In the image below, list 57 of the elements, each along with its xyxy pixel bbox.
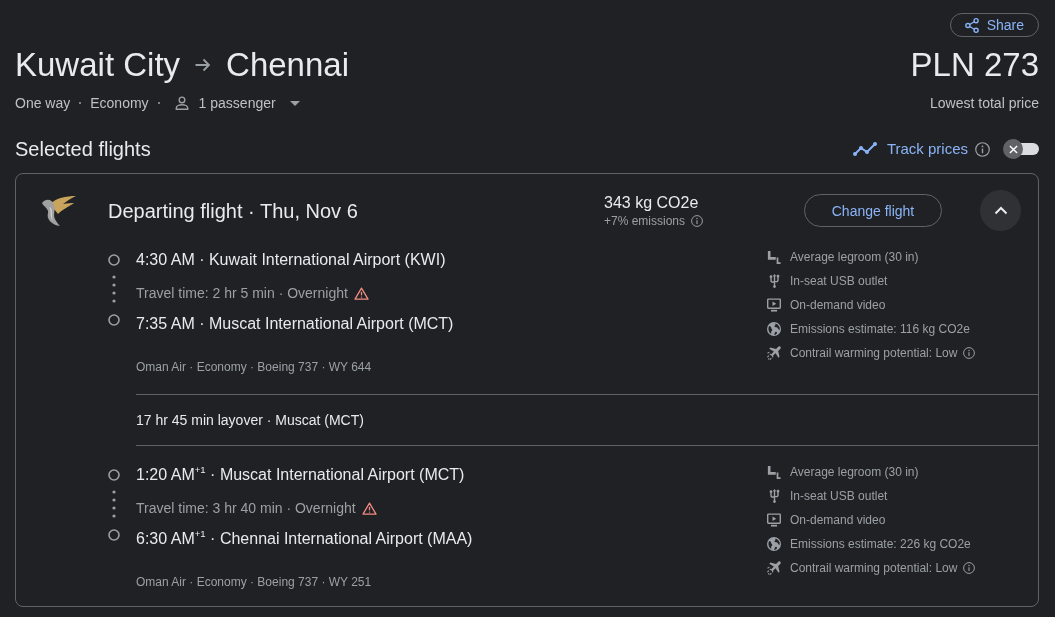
trip-option: Economy — [90, 93, 149, 113]
amenity-label: Average legroom (30 in) — [790, 250, 919, 264]
emissions-total: 343 kg CO2e — [604, 192, 699, 213]
price-caption: Lowest total price — [930, 94, 1039, 113]
person-icon — [174, 96, 189, 110]
info-icon[interactable] — [691, 214, 704, 227]
track-prices-button[interactable]: Track prices — [852, 139, 968, 159]
wing-logo-icon — [40, 194, 76, 227]
globe-icon — [767, 537, 781, 551]
section-title: Selected flights — [15, 137, 151, 161]
departure-info: 1:20 AM$^{+1}$ · Muscat International Airport (MCT) — [136, 463, 465, 485]
price-amount: PLN 273 — [910, 45, 1039, 85]
toggle-switch[interactable] — [1003, 139, 1039, 159]
video-screen-icon — [767, 513, 781, 527]
cross-icon — [1008, 144, 1018, 154]
origin-city: Kuwait City — [15, 45, 181, 85]
emissions-change: +7% emissions — [604, 212, 686, 229]
timeline-icon — [107, 468, 121, 542]
arrival-info: 7:35 AM · Muscat International Airport (MCT) — [136, 314, 454, 334]
travel-time: Travel time: 2 hr 5 min · Overnight — [136, 285, 348, 301]
amenity-label: Average legroom (30 in) — [790, 465, 919, 479]
flight-details: Oman Air · Economy · Boeing 737 · WY 251 — [136, 574, 372, 590]
amenity-label: On-demand video — [790, 298, 886, 312]
travel-time: Travel time: 3 hr 40 min · Overnight — [136, 500, 356, 516]
flight-title: Departing flight · Thu, Nov 6 — [108, 198, 358, 224]
amenity-label: In-seat USB outlet — [790, 489, 888, 503]
info-icon[interactable] — [963, 562, 976, 574]
amenity-label: In-seat USB outlet — [790, 274, 888, 288]
passenger-dropdown[interactable]: 1 passenger — [168, 92, 306, 114]
arrow-icon — [195, 58, 212, 72]
usb-icon — [769, 489, 780, 503]
amenity-label: On-demand video — [790, 513, 886, 527]
arrival-info: 6:30 AM$^{+1}$ · Chennai International Airport (MAA) — [136, 527, 473, 549]
usb-icon — [769, 274, 780, 288]
amenity-label: Emissions estimate: 116 kg CO2e — [790, 322, 970, 336]
amenity-label: Contrail warming potential: Low — [790, 346, 958, 360]
amenity-label: Contrail warming potential: Low — [790, 561, 958, 575]
plane-icon — [767, 561, 781, 575]
globe-icon — [767, 322, 781, 336]
info-icon[interactable] — [963, 347, 976, 359]
seat-icon — [767, 250, 781, 264]
seat-icon — [767, 465, 781, 479]
chevron-up-icon — [993, 206, 1008, 215]
departure-info: 4:30 AM · Kuwait International Airport (KWI) — [136, 250, 446, 270]
amenity-label: Emissions estimate: 226 kg CO2e — [790, 537, 971, 551]
flight-details: Oman Air · Economy · Boeing 737 · WY 644 — [136, 359, 372, 375]
trip-option: One way — [15, 93, 71, 113]
video-screen-icon — [767, 298, 781, 312]
timeline-icon — [107, 253, 121, 327]
info-icon[interactable] — [975, 141, 990, 157]
share-icon — [964, 17, 979, 33]
plane-icon — [767, 346, 781, 360]
collapse-button[interactable] — [980, 190, 1021, 231]
destination-city: Chennai — [226, 45, 349, 85]
layover-info: 17 hr 45 min layover · Muscat (MCT) — [136, 411, 364, 430]
caret-down-icon — [289, 100, 300, 106]
trend-line-icon — [852, 142, 877, 156]
